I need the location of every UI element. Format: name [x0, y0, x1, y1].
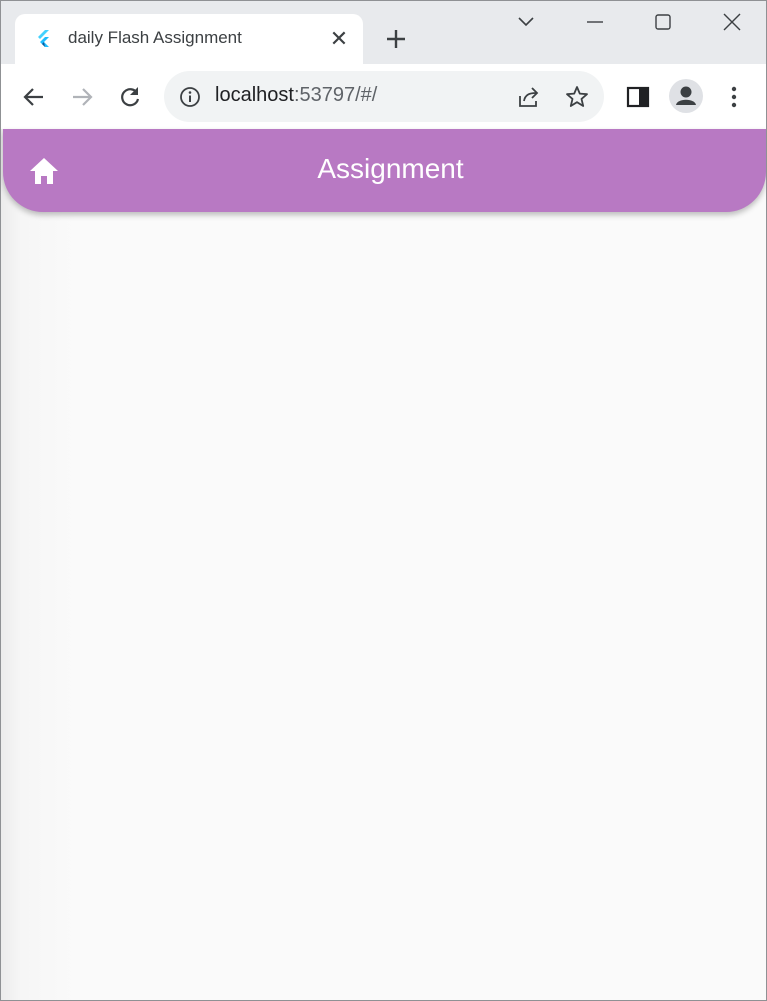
person-icon: [676, 86, 696, 105]
profile-avatar[interactable]: [669, 79, 703, 113]
new-tab-icon[interactable]: [382, 25, 410, 53]
browser-tab[interactable]: daily Flash Assignment ✕: [15, 14, 363, 64]
close-window-icon[interactable]: [720, 10, 744, 34]
maximize-icon[interactable]: [651, 10, 675, 34]
forward-arrow-icon[interactable]: [69, 84, 95, 110]
back-arrow-icon[interactable]: [21, 84, 47, 110]
close-tab-icon[interactable]: ✕: [329, 28, 349, 50]
flutter-icon: [38, 30, 49, 47]
tab-strip: daily Flash Assignment ✕: [1, 1, 766, 64]
browser-window: daily Flash Assignment ✕ localhost:53797…: [0, 0, 767, 1001]
url-host: localhost: [215, 84, 294, 106]
url-path: :53797/#/: [293, 84, 378, 106]
browser-toolbar: localhost:53797/#/: [1, 64, 766, 129]
reload-icon[interactable]: [117, 84, 143, 110]
app-bar: Assignment: [3, 129, 766, 212]
minimize-icon[interactable]: [583, 10, 607, 34]
share-icon[interactable]: [516, 84, 542, 110]
app-viewport: Assignment: [1, 129, 766, 1000]
more-menu-icon[interactable]: [721, 84, 747, 110]
page-title: Assignment: [317, 153, 464, 184]
tab-search-chevron-icon[interactable]: [514, 10, 538, 34]
url-text[interactable]: localhost:53797/#/: [215, 84, 377, 107]
site-info-icon[interactable]: [178, 85, 202, 109]
side-panel-icon[interactable]: [625, 84, 651, 110]
tab-title: daily Flash Assignment: [68, 28, 242, 47]
bookmark-star-icon[interactable]: [564, 84, 590, 110]
address-bar[interactable]: localhost:53797/#/: [164, 71, 604, 122]
